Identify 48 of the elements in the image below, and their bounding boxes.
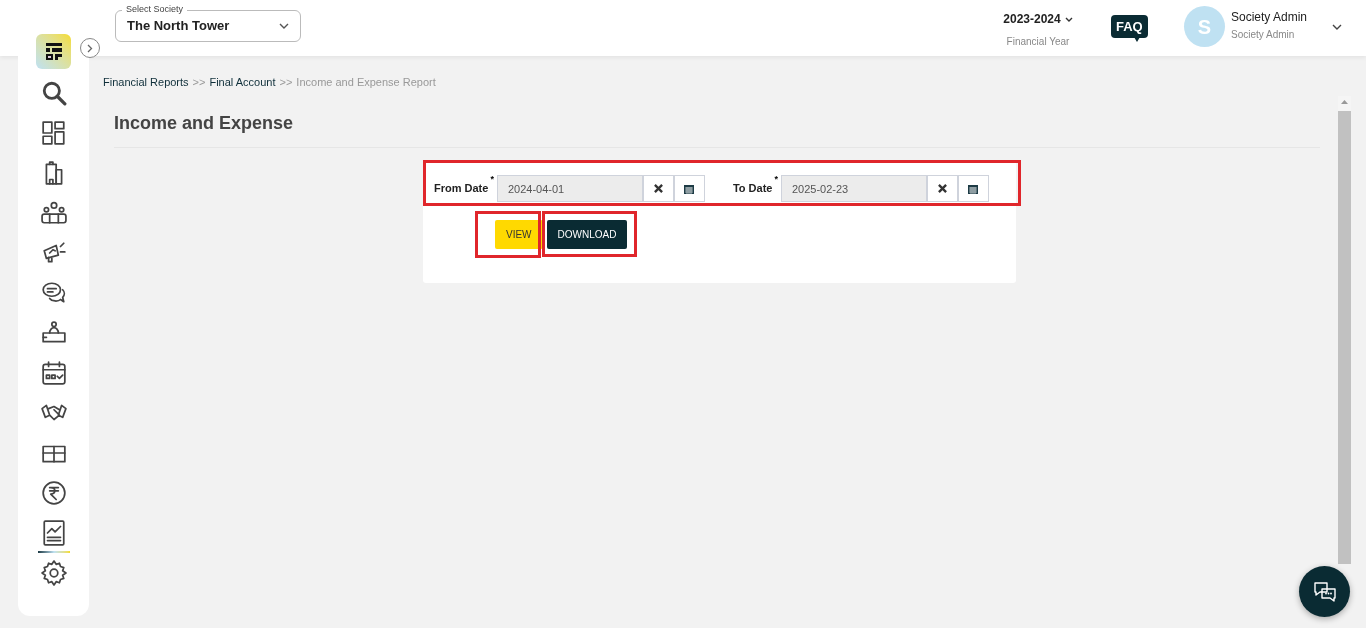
clear-button[interactable] (926, 175, 958, 202)
speech-tail-icon (1134, 37, 1140, 42)
chevron-down-icon[interactable] (1064, 16, 1073, 22)
calendar-icon (684, 183, 695, 194)
logo-mark-icon (43, 42, 64, 61)
calendar-icon (968, 183, 979, 194)
date-field[interactable]: 2025-02-23 (780, 175, 927, 202)
financial-year-label: Financial Year (1006, 35, 1070, 49)
close-icon (937, 184, 947, 193)
chart-document-icon[interactable] (40, 520, 67, 546)
date-field[interactable]: 2024-04-01 (496, 175, 643, 202)
desk-icon[interactable] (40, 320, 67, 346)
field-label: To Date (732, 181, 773, 197)
user-role: Society Admin (1231, 28, 1295, 42)
megaphone-icon[interactable] (40, 240, 67, 266)
rupee-icon[interactable] (40, 480, 67, 506)
calendar-button[interactable] (673, 175, 705, 202)
faq-button[interactable]: FAQ (1111, 15, 1148, 38)
financial-year[interactable]: 2023-2024 (1003, 10, 1061, 28)
breadcrumb-current: Income and Expense Report (296, 75, 436, 90)
calendar-icon[interactable] (40, 360, 67, 386)
chevron-down-icon (279, 23, 289, 29)
user-name: Society Admin (1231, 9, 1308, 26)
calendar-button[interactable] (957, 175, 989, 202)
breadcrumb-separator: >> (192, 75, 206, 90)
scroll-up-icon[interactable] (1341, 100, 1348, 104)
download-button[interactable]: DOWNLOAD (546, 220, 628, 249)
field-label: From Date (434, 181, 489, 197)
close-icon (653, 184, 663, 193)
dashboard-icon[interactable] (40, 120, 67, 146)
chat-bubbles-icon (1312, 580, 1337, 603)
chevron-right-icon (87, 43, 93, 53)
settings-icon[interactable] (40, 560, 67, 586)
search-icon[interactable] (40, 80, 67, 106)
clear-button[interactable] (642, 175, 674, 202)
required-mark: * (774, 173, 778, 186)
chevron-down-icon[interactable] (1332, 24, 1342, 30)
breadcrumb-link[interactable]: Final Account (209, 74, 276, 91)
breadcrumb-link[interactable]: Financial Reports (103, 74, 189, 91)
select-value: The North Tower (127, 17, 230, 36)
required-mark: * (490, 173, 494, 186)
people-icon[interactable] (40, 200, 67, 226)
breadcrumb-separator: >> (279, 75, 293, 90)
chat-button[interactable] (1299, 566, 1350, 617)
view-button[interactable]: VIEW (495, 220, 543, 249)
select-label: Select Society (122, 4, 188, 15)
page-title: Income and Expense (114, 112, 294, 135)
app-logo[interactable] (36, 34, 71, 69)
